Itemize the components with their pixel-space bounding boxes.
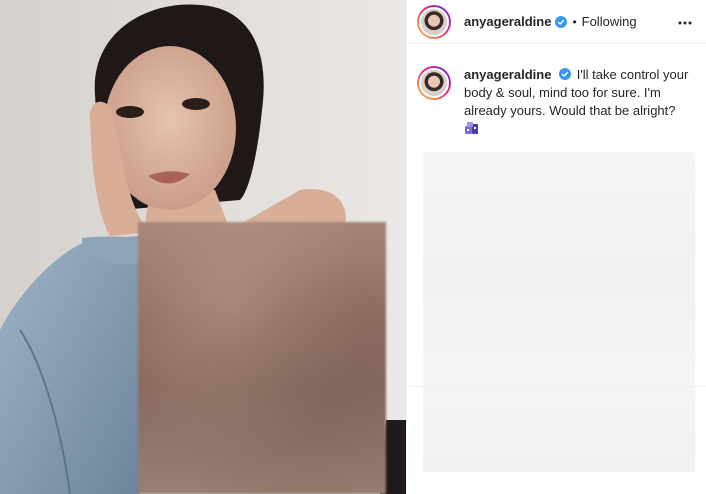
divider [407, 386, 706, 387]
blur-censor-overlay [138, 222, 386, 494]
post-photo[interactable] [0, 0, 406, 494]
post-header: anyageraldine • Following [407, 0, 706, 44]
username-link[interactable]: anyageraldine [464, 14, 551, 29]
more-options-icon[interactable] [677, 15, 693, 31]
emoji-icon [465, 122, 478, 134]
verified-badge-icon [555, 15, 568, 28]
caption-text-block: anyageraldine I'll take control your bod… [464, 66, 701, 138]
post-sidebar: anyageraldine • Following anyageraldine … [406, 0, 706, 494]
following-button[interactable]: Following [582, 14, 637, 29]
caption-avatar[interactable] [417, 66, 451, 100]
separator-dot: • [572, 14, 577, 29]
profile-avatar[interactable] [417, 4, 451, 39]
caption-username-link[interactable]: anyageraldine [464, 67, 551, 82]
post-caption: anyageraldine I'll take control your bod… [417, 66, 701, 138]
verified-badge-icon [559, 68, 572, 80]
blurred-comments-area [423, 152, 695, 472]
